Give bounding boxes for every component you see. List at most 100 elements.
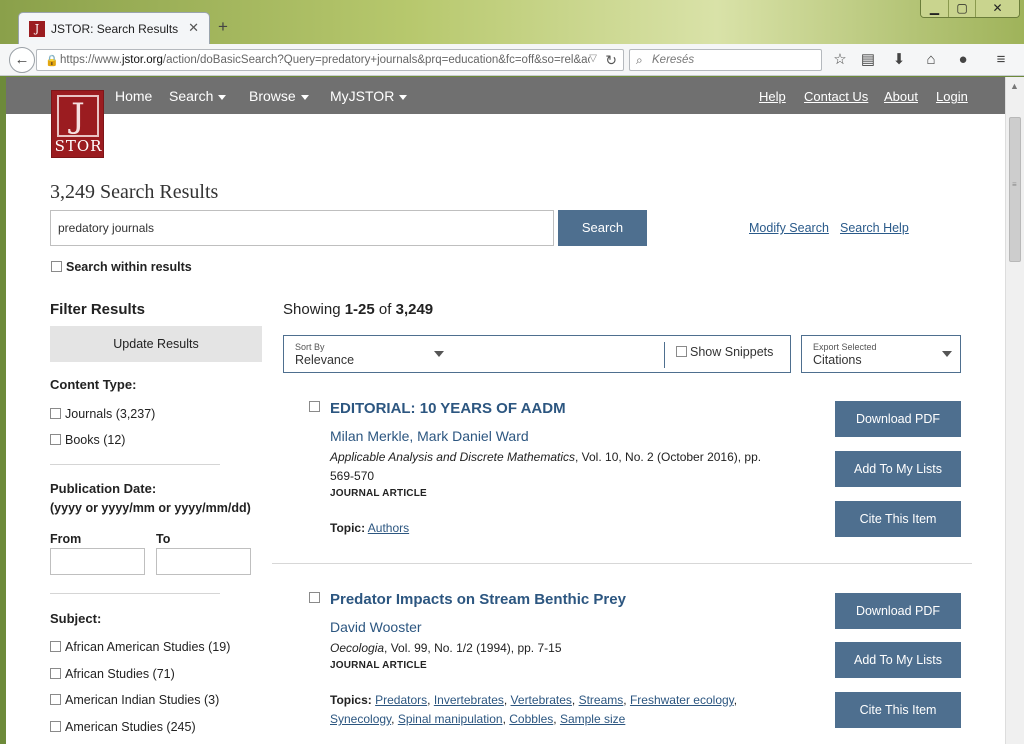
topic-link[interactable]: Cobbles bbox=[509, 712, 553, 726]
cite-this-item-button[interactable]: Cite This Item bbox=[835, 692, 961, 728]
lock-icon: 🔒 bbox=[45, 55, 59, 67]
chat-icon[interactable]: ● bbox=[952, 50, 974, 70]
window-close-icon[interactable]: ✕ bbox=[975, 0, 1019, 17]
topic-link[interactable]: Authors bbox=[368, 521, 409, 535]
download-icon[interactable]: ⬇ bbox=[888, 50, 910, 70]
result-type: JOURNAL ARTICLE bbox=[330, 488, 427, 499]
new-tab-icon[interactable]: + bbox=[218, 17, 228, 37]
topic-link[interactable]: Invertebrates bbox=[434, 693, 504, 707]
url-dropdown-icon[interactable]: ▽ bbox=[589, 53, 597, 64]
from-date-input[interactable] bbox=[50, 548, 145, 575]
back-arrow-icon[interactable]: ← bbox=[9, 47, 35, 73]
topic-link[interactable]: Sample size bbox=[560, 712, 625, 726]
result-title[interactable]: EDITORIAL: 10 YEARS OF AADM bbox=[330, 400, 566, 417]
showing-count: Showing 1-25 of 3,249 bbox=[283, 301, 434, 318]
divider bbox=[50, 593, 220, 594]
download-pdf-button[interactable]: Download PDF bbox=[835, 593, 961, 629]
show-snippets-checkbox[interactable]: Show Snippets bbox=[676, 345, 773, 359]
topic-link[interactable]: Freshwater ecology bbox=[630, 693, 734, 707]
nav-myjstor[interactable]: MyJSTOR bbox=[330, 88, 408, 104]
checkbox[interactable] bbox=[51, 261, 62, 272]
result-title[interactable]: Predator Impacts on Stream Benthic Prey bbox=[330, 591, 626, 608]
search-input[interactable] bbox=[50, 210, 554, 246]
page-content: Home Search Browse MyJSTOR Help Contact … bbox=[6, 77, 1005, 744]
url-prefix: https://www. bbox=[60, 54, 122, 66]
topic-link[interactable]: Streams bbox=[579, 693, 624, 707]
search-help-link[interactable]: Search Help bbox=[840, 221, 909, 235]
modify-search-link[interactable]: Modify Search bbox=[749, 221, 829, 235]
search-placeholder: Keresés bbox=[652, 54, 695, 66]
url-text[interactable]: https://www.jstor.org/action/doBasicSear… bbox=[60, 54, 590, 66]
checkbox[interactable] bbox=[676, 346, 687, 357]
jstor-favicon-icon: J bbox=[29, 21, 45, 37]
hamburger-menu-icon[interactable]: ≡ bbox=[990, 50, 1012, 70]
search-icon: ⌕ bbox=[636, 53, 643, 67]
divider bbox=[272, 563, 972, 564]
page-title: 3,249 Search Results bbox=[50, 181, 219, 203]
vertical-scrollbar[interactable]: ▲ ≡ bbox=[1005, 77, 1024, 744]
logo-wordmark: STOR bbox=[54, 137, 103, 155]
checkbox[interactable] bbox=[50, 668, 61, 679]
tab-title: JSTOR: Search Results bbox=[51, 22, 179, 36]
result-citation: Oecologia, Vol. 99, No. 1/2 (1994), pp. … bbox=[330, 641, 562, 655]
search-button[interactable]: Search bbox=[558, 210, 647, 246]
result-citation: Applicable Analysis and Discrete Mathema… bbox=[330, 450, 762, 483]
topic-link[interactable]: Predators bbox=[375, 693, 427, 707]
nav-browse[interactable]: Browse bbox=[249, 88, 309, 104]
checkbox[interactable] bbox=[50, 694, 61, 705]
scroll-up-icon[interactable]: ▲ bbox=[1010, 81, 1019, 91]
address-bar[interactable]: 🔒 https://www.jstor.org/action/doBasicSe… bbox=[36, 49, 624, 71]
result-authors[interactable]: David Wooster bbox=[330, 619, 422, 635]
filter-subject[interactable]: American Studies (245) bbox=[50, 720, 196, 734]
maximize-icon[interactable]: ▢ bbox=[948, 0, 975, 17]
checkbox[interactable] bbox=[50, 641, 61, 652]
filter-subject[interactable]: African Studies (71) bbox=[50, 667, 175, 681]
url-domain: jstor.org bbox=[122, 54, 163, 66]
nav-home[interactable]: Home bbox=[115, 88, 152, 104]
add-to-my-lists-button[interactable]: Add To My Lists bbox=[835, 642, 961, 678]
about-link[interactable]: About bbox=[884, 89, 918, 104]
result-type: JOURNAL ARTICLE bbox=[330, 660, 427, 671]
reading-list-icon[interactable]: ▤ bbox=[857, 50, 879, 70]
divider bbox=[664, 342, 665, 368]
filter-books[interactable]: Books (12) bbox=[50, 433, 125, 447]
content-type-label: Content Type: bbox=[50, 377, 137, 392]
filter-journals[interactable]: Journals (3,237) bbox=[50, 407, 155, 421]
browser-search-field[interactable]: ⌕ Keresés bbox=[629, 49, 822, 71]
topic-link[interactable]: Synecology bbox=[330, 712, 391, 726]
home-icon[interactable]: ⌂ bbox=[920, 50, 942, 70]
scrollbar-thumb[interactable]: ≡ bbox=[1009, 117, 1021, 262]
nav-search[interactable]: Search bbox=[169, 88, 227, 104]
update-results-button[interactable]: Update Results bbox=[50, 326, 262, 362]
star-icon[interactable]: ☆ bbox=[829, 50, 851, 70]
help-link[interactable]: Help bbox=[759, 89, 786, 104]
window-titlebar: J JSTOR: Search Results ✕ + ▁ ▢ ✕ bbox=[0, 0, 1024, 44]
jstor-logo[interactable]: J STOR bbox=[51, 90, 104, 158]
login-link[interactable]: Login bbox=[936, 89, 968, 104]
topic-link[interactable]: Spinal manipulation bbox=[398, 712, 503, 726]
browser-tab[interactable]: J JSTOR: Search Results ✕ bbox=[18, 12, 210, 44]
checkbox[interactable] bbox=[50, 721, 61, 732]
export-selected-dropdown[interactable]: Export Selected Citations bbox=[801, 335, 961, 373]
to-date-input[interactable] bbox=[156, 548, 251, 575]
tab-close-icon[interactable]: ✕ bbox=[188, 20, 199, 36]
filter-title: Filter Results bbox=[50, 301, 146, 318]
checkbox[interactable] bbox=[50, 408, 61, 419]
cite-this-item-button[interactable]: Cite This Item bbox=[835, 501, 961, 537]
result-select-checkbox[interactable] bbox=[309, 592, 320, 603]
window-controls: ▁ ▢ ✕ bbox=[920, 0, 1020, 18]
to-label: To bbox=[156, 532, 171, 546]
contact-us-link[interactable]: Contact Us bbox=[804, 89, 868, 104]
download-pdf-button[interactable]: Download PDF bbox=[835, 401, 961, 437]
publication-date-label: Publication Date: bbox=[50, 481, 157, 496]
reload-icon[interactable]: ↻ bbox=[605, 52, 617, 69]
minimize-icon[interactable]: ▁ bbox=[921, 0, 948, 17]
filter-subject[interactable]: African American Studies (19) bbox=[50, 640, 230, 654]
filter-subject[interactable]: American Indian Studies (3) bbox=[50, 693, 219, 707]
result-authors[interactable]: Milan Merkle, Mark Daniel Ward bbox=[330, 428, 529, 444]
add-to-my-lists-button[interactable]: Add To My Lists bbox=[835, 451, 961, 487]
topic-link[interactable]: Vertebrates bbox=[511, 693, 572, 707]
search-within-checkbox[interactable]: Search within results bbox=[51, 260, 192, 274]
checkbox[interactable] bbox=[50, 434, 61, 445]
result-select-checkbox[interactable] bbox=[309, 401, 320, 412]
